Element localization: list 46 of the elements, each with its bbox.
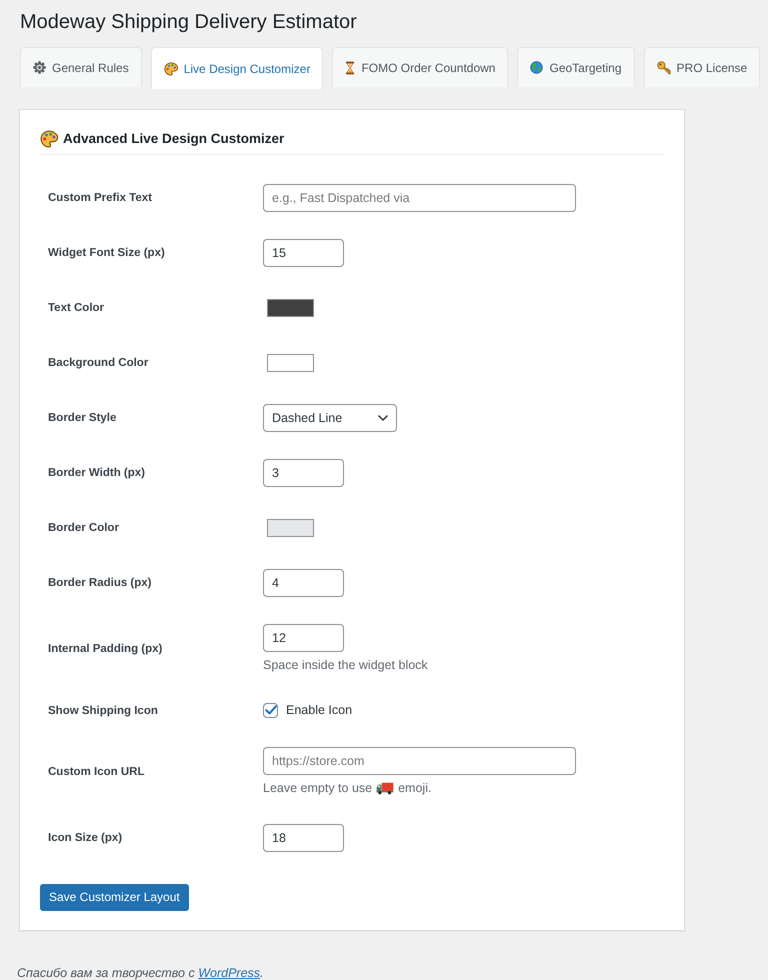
field-label: Border Radius (px) bbox=[48, 577, 152, 589]
save-button[interactable]: Save Customizer Layout bbox=[40, 884, 189, 910]
field-label: Icon Size (px) bbox=[48, 832, 122, 844]
globe-icon bbox=[530, 61, 544, 74]
key-icon bbox=[656, 60, 671, 74]
field-label: Text Color bbox=[48, 302, 104, 314]
checkbox[interactable] bbox=[263, 702, 278, 718]
number-field[interactable]: 12 bbox=[263, 624, 344, 652]
text-field[interactable]: e.g., Fast Dispatched via bbox=[263, 184, 576, 212]
caret-icon bbox=[378, 414, 388, 420]
number-field[interactable]: 3 bbox=[263, 458, 344, 486]
field-label: Border Color bbox=[48, 522, 119, 534]
checkbox-label[interactable]: Enable Icon bbox=[286, 703, 352, 717]
footer-text: Спасибо вам за творчество с WordPress. bbox=[16, 964, 265, 980]
gear-icon bbox=[33, 61, 46, 74]
color-swatch[interactable] bbox=[267, 354, 314, 372]
field-label: Border Width (px) bbox=[48, 467, 145, 479]
tab[interactable]: PRO License bbox=[644, 47, 760, 87]
help-text: emoji. bbox=[398, 780, 432, 796]
number-field[interactable]: 15 bbox=[263, 238, 344, 266]
color-swatch[interactable] bbox=[267, 518, 314, 536]
panel-heading: Advanced Live Design Customizer bbox=[63, 130, 284, 148]
field-label: Custom Icon URL bbox=[48, 766, 144, 778]
number-field[interactable]: 4 bbox=[263, 568, 344, 596]
field-label: Widget Font Size (px) bbox=[48, 247, 165, 259]
help-text: Space inside the widget block bbox=[263, 656, 428, 674]
truck-icon bbox=[376, 782, 394, 794]
palette-icon bbox=[164, 62, 178, 76]
page-title: Modeway Shipping Delivery Estimator bbox=[19, 10, 358, 35]
field-label: Custom Prefix Text bbox=[48, 192, 152, 204]
field-label: Background Color bbox=[48, 357, 148, 369]
dropdown[interactable]: Dashed Line bbox=[263, 404, 397, 432]
tab[interactable]: GeoTargeting bbox=[517, 47, 635, 87]
palette-icon bbox=[40, 130, 58, 148]
url-field[interactable]: https://store.com bbox=[263, 746, 576, 774]
color-swatch[interactable] bbox=[267, 298, 314, 316]
hourglass-icon bbox=[345, 60, 356, 74]
tab[interactable]: Live Design Customizer bbox=[150, 47, 324, 89]
help-text: Leave empty to use bbox=[263, 780, 372, 796]
tab[interactable]: General Rules bbox=[20, 47, 142, 87]
footer-link[interactable]: WordPress bbox=[198, 966, 260, 980]
field-label: Border Style bbox=[48, 412, 116, 424]
tab[interactable]: FOMO Order Countdown bbox=[332, 47, 508, 87]
field-label: Show Shipping Icon bbox=[48, 704, 158, 716]
number-field[interactable]: 18 bbox=[263, 824, 344, 852]
field-label: Internal Padding (px) bbox=[48, 643, 162, 655]
